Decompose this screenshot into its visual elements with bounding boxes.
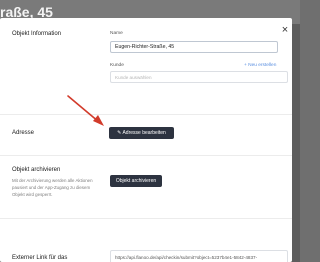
kunde-label: Kunde <box>110 63 124 68</box>
divider <box>0 218 292 219</box>
divider <box>0 114 292 115</box>
name-input[interactable] <box>110 41 278 53</box>
name-label: Name <box>110 31 123 36</box>
external-link-field[interactable] <box>110 250 288 262</box>
divider <box>0 155 292 156</box>
close-icon[interactable]: × <box>279 24 291 36</box>
edit-address-button[interactable]: ✎ Adresse bearbeiten <box>109 127 174 139</box>
external-link-title: Externer Link für das <box>12 255 68 261</box>
address-title: Adresse <box>12 130 35 136</box>
archive-title: Objekt archivieren <box>12 167 61 173</box>
object-info-title: Objekt Information <box>12 31 62 37</box>
customer-select-placeholder: Kunde auswählen <box>115 75 152 80</box>
object-settings-modal: Objekt Information Name Kunde + Neu erst… <box>0 18 292 262</box>
archive-description: Mit der Archivierung werden alle Aktione… <box>12 178 93 197</box>
archive-object-button[interactable]: Objekt archivieren <box>110 175 162 187</box>
customer-select[interactable]: Kunde auswählen <box>110 71 288 83</box>
new-customer-link[interactable]: + Neu erstellen <box>244 63 276 68</box>
backdrop-overlay <box>292 24 300 262</box>
